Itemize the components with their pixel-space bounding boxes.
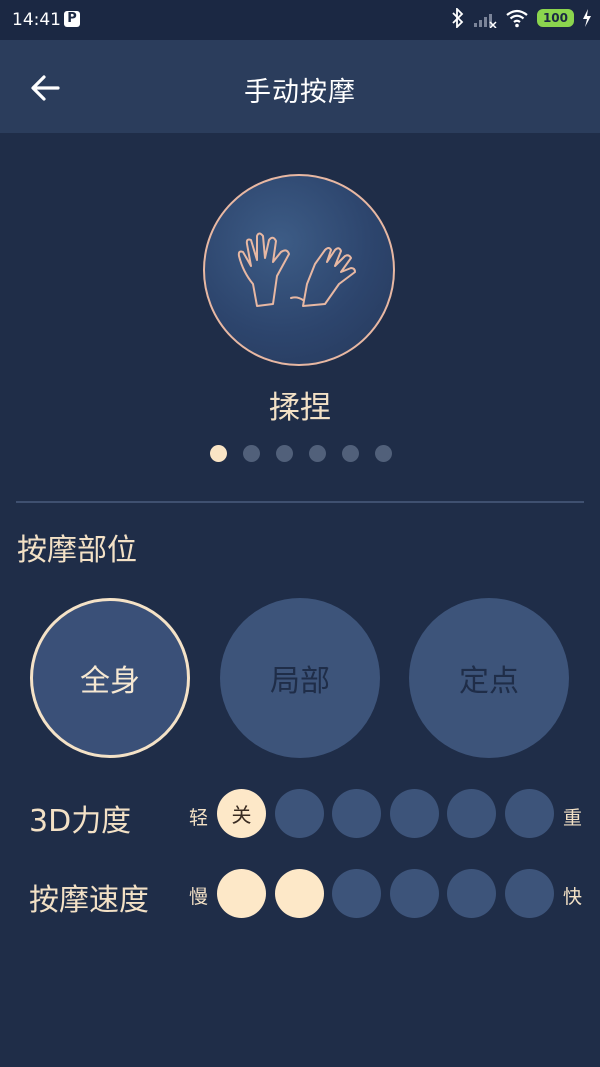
status-time: 14:41 <box>12 10 61 30</box>
intensity-level[interactable] <box>390 789 439 838</box>
divider <box>16 501 584 503</box>
mode-name: 揉捏 <box>269 390 331 426</box>
status-icons: 100 <box>451 8 592 28</box>
page-title: 手动按摩 <box>244 77 356 108</box>
massage-mode-circle[interactable] <box>203 174 395 366</box>
speed-level[interactable] <box>447 869 496 918</box>
status-bar: 14:41 P 100 <box>0 0 600 40</box>
area-button-full-body[interactable]: 全身 <box>30 598 190 758</box>
cell-signal-icon <box>473 14 497 28</box>
intensity-level[interactable] <box>275 789 324 838</box>
intensity-min-label: 轻 <box>189 807 209 829</box>
intensity-off-button[interactable]: 关 <box>217 789 266 838</box>
intensity-level[interactable] <box>332 789 381 838</box>
speed-min-label: 慢 <box>189 886 209 908</box>
speed-max-label: 快 <box>563 886 583 908</box>
speed-level[interactable] <box>332 869 381 918</box>
area-button-partial[interactable]: 局部 <box>220 598 380 758</box>
speed-label: 按摩速度 <box>29 883 149 918</box>
speed-level[interactable] <box>505 869 554 918</box>
section-title-massage-area: 按摩部位 <box>17 533 137 568</box>
page-dot[interactable] <box>210 445 227 462</box>
intensity-label: 3D力度 <box>29 804 132 839</box>
kneading-hands-icon <box>237 232 356 307</box>
speed-level[interactable] <box>275 869 324 918</box>
page-dot[interactable] <box>243 445 260 462</box>
page-dot[interactable] <box>375 445 392 462</box>
charging-icon <box>583 9 591 27</box>
speed-level[interactable] <box>217 869 266 918</box>
intensity-max-label: 重 <box>563 807 583 829</box>
intensity-level[interactable] <box>447 789 496 838</box>
wifi-icon <box>506 9 528 28</box>
page-dot[interactable] <box>309 445 326 462</box>
intensity-level[interactable] <box>505 789 554 838</box>
parking-notification-icon: P <box>64 11 80 27</box>
area-button-fixed-point[interactable]: 定点 <box>409 598 569 758</box>
speed-level[interactable] <box>390 869 439 918</box>
page-dot[interactable] <box>342 445 359 462</box>
app-bar: 手动按摩 <box>0 40 600 133</box>
mode-page-indicator[interactable] <box>210 445 392 462</box>
bluetooth-icon <box>452 8 464 28</box>
page-dot[interactable] <box>276 445 293 462</box>
battery-indicator: 100 <box>536 9 574 27</box>
